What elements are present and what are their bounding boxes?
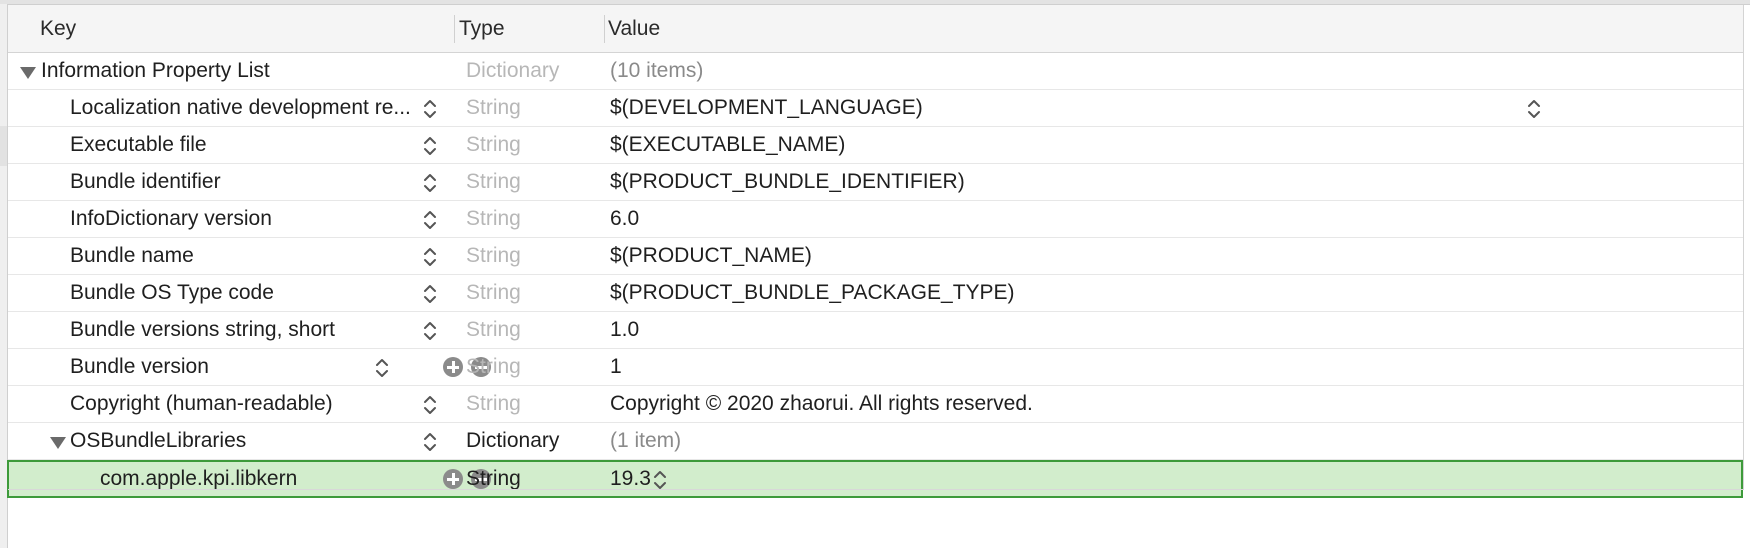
up-down-stepper-icon[interactable] (422, 96, 438, 122)
row-type[interactable]: String (466, 127, 521, 163)
row-value[interactable]: $(EXECUTABLE_NAME) (610, 127, 845, 163)
row-key[interactable]: Bundle version (70, 349, 209, 385)
row-value[interactable]: $(DEVELOPMENT_LANGUAGE) (610, 90, 923, 126)
row-type[interactable]: String (466, 90, 521, 126)
row-type[interactable]: String (466, 201, 521, 237)
right-edge (1743, 5, 1750, 490)
plus-circle-icon[interactable] (443, 357, 463, 377)
up-down-stepper-icon[interactable] (422, 207, 438, 233)
up-down-stepper-icon[interactable] (422, 392, 438, 418)
row-type[interactable]: String (466, 349, 521, 385)
up-down-stepper-icon[interactable] (422, 281, 438, 307)
row-type[interactable]: String (466, 461, 521, 497)
disclosure-triangle-icon[interactable] (50, 437, 66, 449)
row-value[interactable]: 6.0 (610, 201, 639, 237)
gutter-marker (0, 126, 7, 166)
row-value[interactable]: Copyright © 2020 zhaorui. All rights res… (610, 386, 1033, 422)
disclosure-triangle-icon[interactable] (20, 67, 36, 79)
header-separator[interactable] (604, 15, 605, 43)
row-key[interactable]: OSBundleLibraries (70, 423, 246, 459)
table-row[interactable]: Bundle OS Type code String $(PRODUCT_BUN… (8, 275, 1743, 312)
row-value[interactable]: 1 (610, 349, 622, 385)
table-row[interactable]: InfoDictionary version String 6.0 (8, 201, 1743, 238)
row-key[interactable]: Bundle OS Type code (70, 275, 274, 311)
row-value[interactable]: (1 item) (610, 423, 681, 459)
row-value[interactable]: $(PRODUCT_NAME) (610, 238, 812, 274)
header-key[interactable]: Key (40, 5, 76, 52)
header-type[interactable]: Type (459, 5, 505, 52)
row-value[interactable]: (10 items) (610, 53, 703, 89)
header-separator[interactable] (454, 15, 455, 43)
table-row[interactable]: Copyright (human-readable) String Copyri… (8, 386, 1743, 423)
up-down-stepper-icon[interactable] (1526, 96, 1542, 122)
row-type[interactable]: String (466, 164, 521, 200)
row-key[interactable]: Copyright (human-readable) (70, 386, 333, 422)
row-key[interactable]: InfoDictionary version (70, 201, 272, 237)
plus-circle-icon[interactable] (443, 469, 463, 489)
column-header: Key Type Value (8, 5, 1750, 53)
table-row[interactable]: Bundle name String $(PRODUCT_NAME) (8, 238, 1743, 275)
table-row[interactable]: Executable file String $(EXECUTABLE_NAME… (8, 127, 1743, 164)
row-key[interactable]: Information Property List (41, 53, 270, 89)
row-value[interactable]: $(PRODUCT_BUNDLE_IDENTIFIER) (610, 164, 965, 200)
property-list: Information Property List Dictionary (10… (7, 53, 1743, 498)
table-row[interactable]: Bundle versions string, short String 1.0 (8, 312, 1743, 349)
up-down-stepper-icon[interactable] (422, 244, 438, 270)
row-type[interactable]: Dictionary (466, 53, 559, 89)
table-row-dictionary[interactable]: OSBundleLibraries Dictionary (1 item) (8, 423, 1743, 460)
row-type[interactable]: Dictionary (466, 423, 559, 459)
bottom-divider (8, 489, 1743, 490)
row-value[interactable]: $(PRODUCT_BUNDLE_PACKAGE_TYPE) (610, 275, 1015, 311)
row-key[interactable]: Bundle versions string, short (70, 312, 335, 348)
row-key[interactable]: com.apple.kpi.libkern (100, 461, 297, 497)
row-type[interactable]: String (466, 312, 521, 348)
row-type[interactable]: String (466, 386, 521, 422)
up-down-stepper-icon[interactable] (374, 355, 390, 381)
table-row[interactable]: Bundle version String 1 (8, 349, 1743, 386)
row-type[interactable]: String (466, 275, 521, 311)
row-type[interactable]: String (466, 238, 521, 274)
header-value[interactable]: Value (608, 5, 660, 52)
row-key[interactable]: Bundle identifier (70, 164, 221, 200)
up-down-stepper-icon[interactable] (422, 318, 438, 344)
up-down-stepper-icon[interactable] (422, 133, 438, 159)
row-key[interactable]: Executable file (70, 127, 207, 163)
up-down-stepper-icon[interactable] (422, 170, 438, 196)
row-value[interactable]: 1.0 (610, 312, 639, 348)
table-row[interactable]: Bundle identifier String $(PRODUCT_BUNDL… (8, 164, 1743, 201)
table-row-root[interactable]: Information Property List Dictionary (10… (8, 53, 1743, 90)
row-key[interactable]: Bundle name (70, 238, 194, 274)
up-down-stepper-icon[interactable] (422, 429, 438, 455)
table-row-selected[interactable]: com.apple.kpi.libkern String 19.3 (7, 460, 1743, 498)
plist-editor: Key Type Value Information Property List… (0, 0, 1750, 548)
row-key[interactable]: Localization native development re... (70, 90, 411, 126)
row-value[interactable]: 19.3 (610, 461, 651, 497)
table-row[interactable]: Localization native development re... St… (8, 90, 1743, 127)
